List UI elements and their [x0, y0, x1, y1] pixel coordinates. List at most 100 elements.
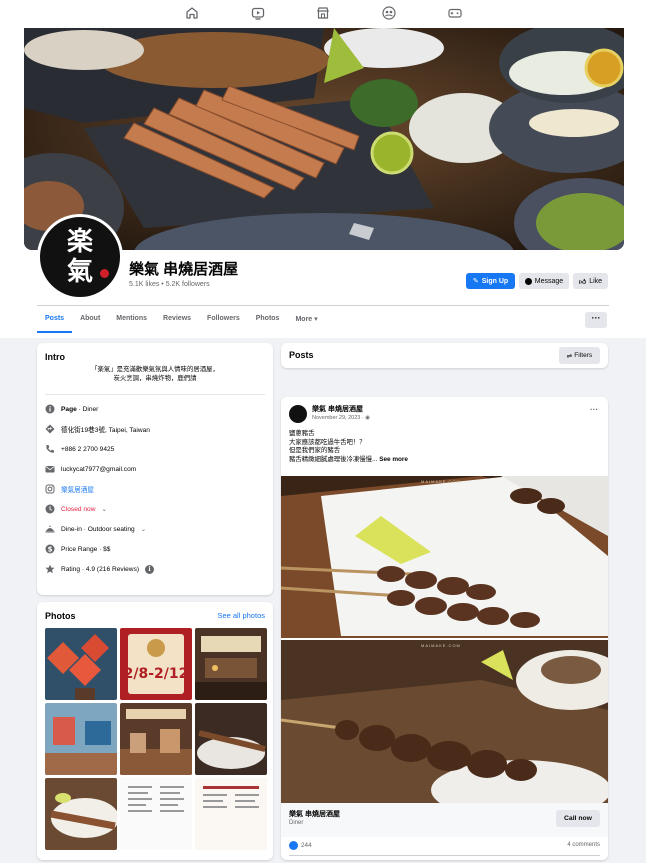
- message-label: Message: [534, 277, 564, 285]
- instagram-icon: [45, 484, 55, 494]
- marketplace-icon[interactable]: [315, 5, 331, 21]
- tab-posts[interactable]: Posts: [37, 311, 73, 333]
- page-header: 楽氣 樂氣 串燒居酒屋 5.1K likes • 5.2K followers …: [0, 26, 646, 338]
- photo-watermark: MAIMAKE.COM: [421, 479, 461, 484]
- post-author-avatar[interactable]: [289, 405, 307, 423]
- email-icon: [45, 464, 55, 474]
- photo-grid: 2/8-2/12: [45, 628, 267, 850]
- see-all-photos-link[interactable]: See all photos: [217, 611, 265, 620]
- post-author-name[interactable]: 樂氣 串燒居酒屋: [312, 404, 363, 414]
- cover-photo[interactable]: [24, 28, 624, 250]
- post-line-2: 大家應該都吃過牛舌吧！？: [289, 438, 366, 446]
- filters-icon: ⇌: [566, 352, 573, 360]
- clock-icon: [45, 504, 55, 514]
- email-address[interactable]: luckycat7977@gmail.com: [61, 466, 136, 473]
- info-price-range: $ Price Range · $$: [45, 542, 110, 556]
- info-address: 德化街19巷3號, Taipei, Taiwan: [45, 422, 150, 436]
- page-avatar[interactable]: 楽氣: [37, 214, 123, 300]
- tab-more[interactable]: More ▾: [287, 311, 325, 333]
- filters-label: Filters: [574, 352, 593, 359]
- info-hours[interactable]: Closed now ⌄: [45, 502, 107, 516]
- tab-photos[interactable]: Photos: [248, 311, 288, 333]
- rating-info-icon[interactable]: i: [145, 564, 155, 574]
- chevron-down-icon[interactable]: ⌄: [141, 525, 147, 533]
- category-label: Page: [61, 405, 77, 413]
- comments-count[interactable]: 4 comments: [567, 842, 600, 848]
- home-icon[interactable]: [184, 5, 200, 21]
- photo-thumbnail[interactable]: [120, 778, 192, 850]
- photo-thumbnail[interactable]: [195, 778, 267, 850]
- post-cta-bar: 樂氣 串燒居酒屋 Diner Call now: [281, 803, 608, 837]
- posts-title: Posts: [289, 350, 314, 360]
- category-value: · Diner: [76, 405, 99, 413]
- bio-line-2: 炭火烹調，串燒炸物，鹿們請: [113, 375, 197, 382]
- phone-number[interactable]: +886 2 2700 9425: [61, 446, 114, 453]
- like-button[interactable]: 👍︎ Like: [573, 273, 608, 289]
- more-options-button[interactable]: ···: [585, 312, 607, 328]
- post-line-4: 豬舌精緻細膩處理後冷凍慢慢...: [289, 455, 378, 463]
- instagram-link[interactable]: 樂氣居酒屋: [61, 484, 94, 494]
- reactions-summary[interactable]: 244: [289, 841, 312, 850]
- hours-status: Closed now: [61, 505, 96, 513]
- price-range-text: Price Range · $$: [61, 545, 111, 553]
- photo-watermark: MAIMAKE.COM: [421, 643, 461, 648]
- sign-up-button[interactable]: ✎ Sign Up: [466, 273, 515, 289]
- info-email: luckycat7977@gmail.com: [45, 462, 136, 476]
- photos-title: Photos: [45, 611, 76, 621]
- photo-thumbnail[interactable]: [45, 628, 117, 700]
- info-icon: [45, 404, 55, 414]
- price-icon: $: [45, 544, 55, 554]
- svg-text:$: $: [48, 545, 53, 553]
- address-text[interactable]: 德化街19巷3號, Taipei, Taiwan: [61, 424, 150, 434]
- logo-seal-icon: [100, 269, 109, 278]
- post-line-3: 但是我們家的豬舌: [289, 447, 341, 455]
- reactions-count: 244: [301, 842, 312, 849]
- photo-thumbnail[interactable]: [45, 703, 117, 775]
- reactions-divider: [289, 855, 600, 856]
- cta-category: Diner: [289, 820, 304, 826]
- photo-thumbnail[interactable]: [195, 628, 267, 700]
- like-label: Like: [589, 277, 603, 285]
- post-line-1: 鹽蔥豬舌: [289, 430, 315, 437]
- intro-divider: [45, 394, 265, 395]
- filters-button[interactable]: ⇌ Filters: [559, 347, 600, 364]
- chevron-down-icon[interactable]: ⌄: [101, 505, 107, 513]
- likes-followers-count[interactable]: 5.1K likes • 5.2K followers: [129, 281, 210, 288]
- pencil-icon: ✎: [472, 278, 479, 285]
- post-options-icon[interactable]: ···: [590, 405, 598, 414]
- post-date-text: November 29, 2023 ·: [312, 415, 366, 421]
- rating-text[interactable]: Rating · 4.9 (216 Reviews): [61, 566, 139, 573]
- tab-about[interactable]: About: [72, 311, 108, 333]
- tab-followers[interactable]: Followers: [199, 311, 248, 333]
- message-button[interactable]: Message: [519, 273, 569, 289]
- photo-thumbnail[interactable]: [195, 703, 267, 775]
- bio-line-1: 「楽氣」是充滿歡樂氣氛與人情味的居酒屋，: [91, 366, 219, 373]
- top-navigation-bar: [0, 0, 646, 26]
- dining-icon: [45, 524, 55, 534]
- info-services[interactable]: Dine-in · Outdoor seating ⌄: [45, 522, 146, 536]
- see-more-link[interactable]: See more: [379, 456, 408, 463]
- phone-icon: [45, 444, 55, 454]
- video-icon[interactable]: [250, 5, 266, 21]
- post-photo-1[interactable]: MAIMAKE.COM: [281, 476, 608, 638]
- services-text: Dine-in · Outdoor seating: [61, 525, 135, 533]
- post-timestamp[interactable]: November 29, 2023 · ◉: [312, 415, 370, 421]
- photo-thumbnail[interactable]: 2/8-2/12: [120, 628, 192, 700]
- intro-bio: 「楽氣」是充滿歡樂氣氛與人情味的居酒屋， 炭火烹調，串燒炸物，鹿們請: [45, 365, 265, 383]
- photo-thumbnail[interactable]: [120, 703, 192, 775]
- tab-reviews[interactable]: Reviews: [155, 311, 199, 333]
- groups-icon[interactable]: [381, 5, 397, 21]
- gaming-icon[interactable]: [447, 5, 463, 21]
- page-tabs: Posts About Mentions Reviews Followers P…: [37, 311, 326, 333]
- globe-icon: ◉: [365, 415, 371, 421]
- info-rating: Rating · 4.9 (216 Reviews) i: [45, 562, 155, 576]
- photo-thumbnail[interactable]: [45, 778, 117, 850]
- header-divider: [37, 305, 609, 306]
- info-phone: +886 2 2700 9425: [45, 442, 114, 456]
- like-reaction-icon: [289, 841, 298, 850]
- call-now-button[interactable]: Call now: [556, 810, 600, 827]
- cta-page-name: 樂氣 串燒居酒屋: [289, 811, 340, 818]
- tab-mentions[interactable]: Mentions: [108, 311, 155, 333]
- location-icon: [45, 424, 55, 434]
- post-photo-2[interactable]: MAIMAKE.COM: [281, 640, 608, 820]
